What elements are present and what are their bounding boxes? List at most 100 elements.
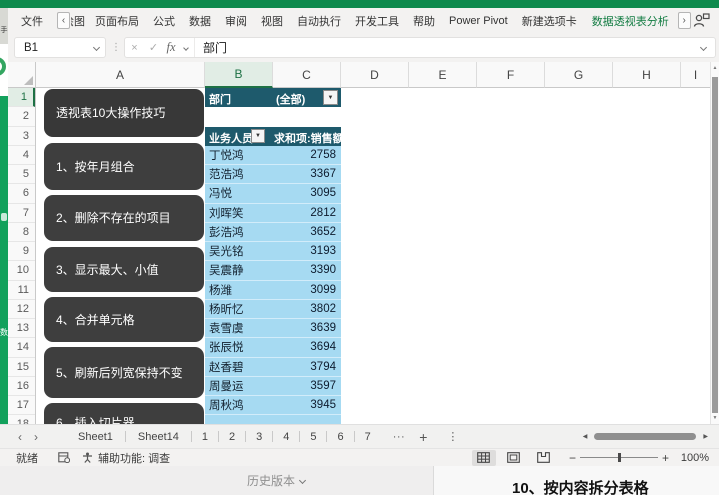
row-header[interactable]: 13 (8, 319, 35, 338)
sheet-nav-right-button[interactable]: › (28, 430, 44, 444)
column-header-f[interactable]: F (477, 62, 545, 88)
tip-box-title[interactable]: 透视表10大操作技巧 (44, 89, 204, 137)
page-break-view-button[interactable] (532, 450, 556, 466)
tab-view[interactable]: 视图 (254, 13, 290, 29)
macro-record-icon[interactable] (58, 452, 70, 463)
pivot-filter-field[interactable]: 部门 (209, 91, 231, 107)
pivot-row[interactable]: 周曼运3597 (205, 377, 341, 396)
cancel-button[interactable]: × (125, 42, 144, 54)
share-icon[interactable] (693, 13, 710, 28)
row-header[interactable]: 18 (8, 415, 35, 424)
column-header-d[interactable]: D (341, 62, 409, 88)
enter-button[interactable]: ✓ (144, 41, 163, 54)
horizontal-scrollbar[interactable]: ◀ ▶ (580, 433, 711, 440)
tip-box-5[interactable]: 5、刷新后列宽保持不变 (44, 347, 204, 398)
tab-developer[interactable]: 开发工具 (348, 13, 406, 29)
row-header[interactable]: 7 (8, 204, 35, 223)
filter-dropdown-button[interactable]: ▼ (323, 90, 338, 105)
pivot-values-header[interactable]: 求和项:销售额 (274, 130, 341, 146)
row-header[interactable]: 2 (8, 107, 35, 126)
scroll-right-icon[interactable]: ▶ (700, 433, 711, 440)
zoom-out-button[interactable]: − (569, 451, 576, 465)
zoom-in-button[interactable]: + (662, 451, 669, 465)
tab-file[interactable]: 文件 (8, 13, 56, 29)
row-header[interactable]: 14 (8, 338, 35, 357)
row-header[interactable]: 10 (8, 261, 35, 280)
pivot-row[interactable]: 袁雪虞3639 (205, 319, 341, 338)
sheet-tab-sheet1[interactable]: Sheet1 (66, 425, 125, 448)
pivot-row[interactable]: 彭浩鸿3652 (205, 223, 341, 242)
column-header-h[interactable]: H (613, 62, 681, 88)
column-header-g[interactable]: G (545, 62, 613, 88)
row-header[interactable]: 1 (8, 88, 35, 107)
function-chevron-icon[interactable] (179, 46, 193, 50)
pivot-row[interactable]: 吴震静3390 (205, 261, 341, 280)
tip-box-1[interactable]: 1、按年月组合 (44, 143, 204, 190)
scroll-up-icon[interactable]: ▲ (711, 65, 719, 71)
column-header-i[interactable]: I (681, 62, 710, 88)
tab-power-pivot[interactable]: Power Pivot (442, 15, 515, 27)
pivot-row[interactable]: 杨昕忆3802 (205, 300, 341, 319)
tab-help[interactable]: 帮助 (406, 13, 442, 29)
tab-automate[interactable]: 自动执行 (290, 13, 348, 29)
tab-formulas[interactable]: 公式 (146, 13, 182, 29)
sheet-options-icon[interactable]: ⋮ (447, 430, 458, 443)
row-header[interactable]: 3 (8, 127, 35, 146)
horizontal-scrollbar-thumb[interactable] (594, 433, 696, 440)
tab-pivottable-analyze[interactable]: 数据透视表分析 (584, 13, 677, 29)
row-header[interactable]: 15 (8, 358, 35, 377)
vertical-scrollbar[interactable]: ▲ ▼ (710, 62, 719, 424)
insert-function-button[interactable]: fx (163, 40, 179, 55)
column-header-a[interactable]: A (36, 62, 205, 88)
column-header-e[interactable]: E (409, 62, 477, 88)
formula-bar-expand-icon[interactable] (701, 45, 706, 50)
row-header[interactable]: 12 (8, 300, 35, 319)
zoom-slider[interactable] (580, 452, 658, 463)
accessibility-status-label[interactable]: 辅助功能: 调查 (98, 450, 170, 466)
pivot-row[interactable]: 张辰悦3694 (205, 338, 341, 357)
pivot-row[interactable]: 杨潍3099 (205, 281, 341, 300)
row-header[interactable]: 16 (8, 377, 35, 396)
page-layout-view-button[interactable] (502, 450, 526, 466)
pivot-row-field-header[interactable]: 业务人员 (209, 130, 253, 146)
pivot-row[interactable]: 丁悦鸿2758 (205, 146, 341, 165)
tab-draw-partial[interactable]: 绘图 (71, 13, 88, 29)
sheet-tab-2[interactable]: 2 (219, 425, 245, 448)
sheet-nav-left-button[interactable]: ‹ (12, 430, 28, 444)
pivot-row[interactable]: 吴光铭3193 (205, 242, 341, 261)
pivot-row[interactable]: 范浩鸿3367 (205, 165, 341, 184)
tip-box-6[interactable]: 6、插入切片器 (44, 403, 204, 424)
autofilter-dropdown-button[interactable]: ▼ (251, 129, 265, 143)
tip-box-4[interactable]: 4、合并单元格 (44, 297, 204, 342)
zoom-slider-thumb[interactable] (618, 453, 621, 462)
normal-view-button[interactable] (472, 450, 496, 466)
name-box-chevron-icon[interactable] (88, 45, 105, 50)
sheet-tab-4[interactable]: 4 (273, 425, 299, 448)
tip-box-2[interactable]: 2、删除不存在的项目 (44, 195, 204, 241)
sheet-tab-5[interactable]: 5 (300, 425, 326, 448)
row-header[interactable]: 4 (8, 146, 35, 165)
pivot-row-partial[interactable] (205, 415, 341, 424)
row-header[interactable]: 8 (8, 223, 35, 242)
scroll-down-icon[interactable]: ▼ (711, 415, 719, 421)
sheet-tab-6[interactable]: 6 (327, 425, 353, 448)
pivot-row[interactable]: 冯悦3095 (205, 184, 341, 203)
accessibility-icon[interactable] (82, 452, 93, 463)
vertical-scrollbar-thumb[interactable] (712, 77, 718, 413)
ribbon-scroll-left-button[interactable]: ‹ (57, 12, 70, 29)
pivot-filter-value[interactable]: (全部) (276, 91, 305, 107)
select-all-button[interactable] (8, 62, 36, 88)
pivot-row[interactable]: 赵香碧3794 (205, 358, 341, 377)
pivot-row[interactable]: 刘晖笑2812 (205, 204, 341, 223)
zoom-level-label[interactable]: 100% (677, 452, 709, 464)
sheet-tab-1[interactable]: 1 (192, 425, 218, 448)
sheet-tab-sheet14[interactable]: Sheet14 (126, 425, 191, 448)
more-sheets-icon[interactable]: ··· (393, 431, 406, 443)
tab-new-tab[interactable]: 新建选项卡 (515, 13, 584, 29)
tip-box-3[interactable]: 3、显示最大、小值 (44, 247, 204, 292)
row-header[interactable]: 5 (8, 165, 35, 184)
add-sheet-button[interactable]: + (419, 429, 427, 445)
tab-data[interactable]: 数据 (182, 13, 218, 29)
name-box[interactable]: B1 (14, 37, 106, 58)
column-header-c[interactable]: C (273, 62, 341, 88)
